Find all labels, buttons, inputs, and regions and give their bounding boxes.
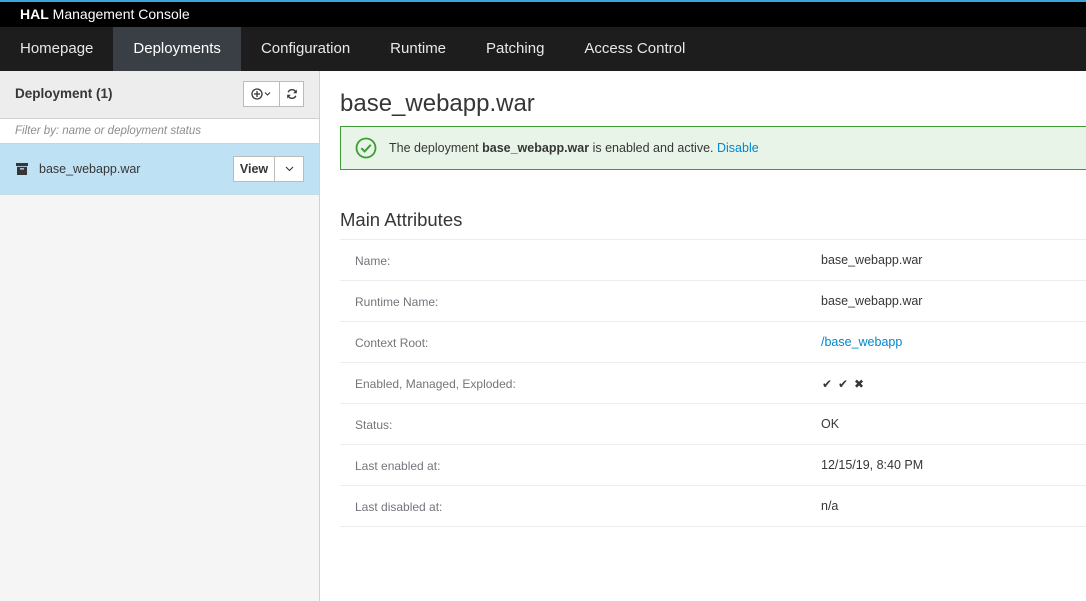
attribute-row-context-root: Context Root: /base_webapp <box>340 322 1086 363</box>
attribute-row-runtime-name: Runtime Name: base_webapp.war <box>340 281 1086 322</box>
attribute-label: Status: <box>355 418 393 432</box>
attribute-row-last-disabled: Last disabled at: n/a <box>340 486 1086 527</box>
deployment-sidebar: Deployment (1) Filter by: name or deploy… <box>0 71 320 601</box>
deployment-name: base_webapp.war <box>39 162 141 176</box>
attribute-value: 12/15/19, 8:40 PM <box>821 458 924 472</box>
add-circle-icon <box>250 88 270 100</box>
sidebar-actions <box>243 81 304 107</box>
add-deployment-button[interactable] <box>243 81 280 107</box>
attribute-value: base_webapp.war <box>821 253 923 267</box>
nav-configuration[interactable]: Configuration <box>241 27 370 71</box>
check-circle-icon <box>355 137 377 159</box>
attribute-value: n/a <box>821 499 839 513</box>
nav-access-control[interactable]: Access Control <box>564 27 705 71</box>
nav-homepage[interactable]: Homepage <box>0 27 113 71</box>
attribute-row-name: Name: base_webapp.war <box>340 240 1086 281</box>
alert-deployment-name: base_webapp.war <box>482 141 590 155</box>
archive-icon <box>16 163 28 175</box>
brand-prefix: HAL <box>20 6 49 22</box>
attribute-row-last-enabled: Last enabled at: 12/15/19, 8:40 PM <box>340 445 1086 486</box>
deployment-actions-dropdown[interactable] <box>275 156 304 182</box>
managed-check-icon: ✔ <box>837 377 849 391</box>
deployment-filter-input[interactable] <box>0 119 319 143</box>
attribute-label: Last disabled at: <box>355 500 443 514</box>
attribute-value: base_webapp.war <box>821 294 923 308</box>
refresh-icon <box>286 89 297 99</box>
deployment-actions: View <box>233 156 304 182</box>
attributes-table: Name: base_webapp.war Runtime Name: base… <box>340 239 1086 527</box>
attribute-row-status: Status: OK <box>340 404 1086 445</box>
view-button[interactable]: View <box>233 156 275 182</box>
filter-bar <box>0 119 319 144</box>
brand-suffix: Management Console <box>48 6 190 22</box>
flag-icons: ✔ ✔ ✖ <box>821 377 865 391</box>
chevron-down-icon <box>285 166 293 172</box>
attribute-label: Runtime Name: <box>355 295 439 309</box>
sidebar-header: Deployment (1) <box>0 71 319 119</box>
attribute-label: Context Root: <box>355 336 429 350</box>
page-title: base_webapp.war <box>340 90 535 117</box>
nav-deployments[interactable]: Deployments <box>113 27 241 71</box>
disable-link[interactable]: Disable <box>717 141 759 155</box>
alert-suffix: is enabled and active. <box>589 141 717 155</box>
exploded-cross-icon: ✖ <box>853 377 865 391</box>
alert-prefix: The deployment <box>389 141 483 155</box>
status-alert: The deployment base_webapp.war is enable… <box>340 126 1086 170</box>
attribute-label: Name: <box>355 254 391 268</box>
brand-bar: HAL Management Console <box>0 2 1086 27</box>
context-root-link[interactable]: /base_webapp <box>821 335 902 349</box>
nav-runtime[interactable]: Runtime <box>370 27 466 71</box>
deployment-list-item[interactable]: base_webapp.war View <box>0 144 319 195</box>
refresh-button[interactable] <box>280 81 304 107</box>
sidebar-title: Deployment (1) <box>15 86 113 101</box>
main-nav: Homepage Deployments Configuration Runti… <box>0 27 1086 71</box>
section-title: Main Attributes <box>340 209 463 230</box>
attribute-label: Last enabled at: <box>355 459 441 473</box>
alert-message: The deployment base_webapp.war is enable… <box>389 141 759 155</box>
attribute-label: Enabled, Managed, Exploded: <box>355 377 516 391</box>
enabled-check-icon: ✔ <box>821 377 833 391</box>
nav-patching[interactable]: Patching <box>466 27 564 71</box>
attribute-value: OK <box>821 417 840 431</box>
attribute-row-flags: Enabled, Managed, Exploded: ✔ ✔ ✖ <box>340 363 1086 404</box>
